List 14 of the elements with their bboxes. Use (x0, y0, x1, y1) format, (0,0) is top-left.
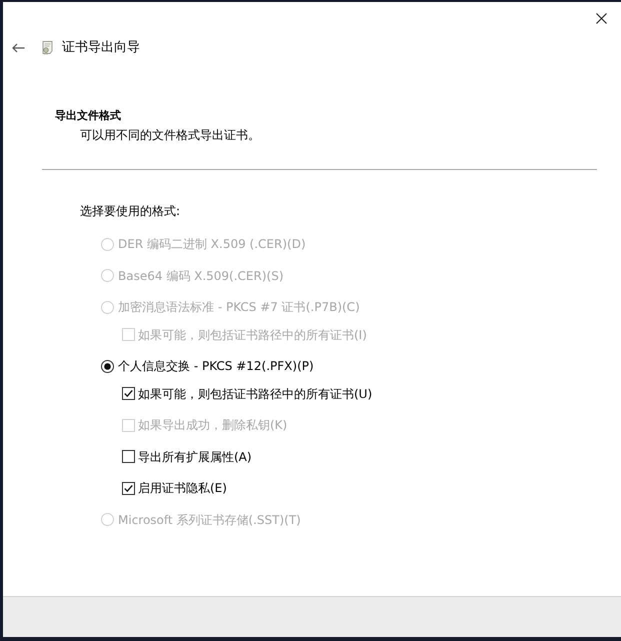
checkbox-label[interactable]: 启用证书隐私(E) (138, 478, 227, 498)
close-icon[interactable] (596, 12, 607, 24)
page-heading: 导出文件格式 (55, 108, 121, 124)
back-arrow-icon[interactable] (12, 43, 25, 53)
radio-button[interactable] (101, 360, 114, 372)
format-group-label: 选择要使用的格式: (80, 203, 180, 220)
option-label[interactable]: 个人信息交换 - PKCS #12(.PFX)(P) (118, 356, 314, 376)
checkbox[interactable] (122, 450, 135, 463)
checkbox[interactable] (122, 387, 135, 400)
checkbox[interactable] (122, 482, 135, 494)
page-description: 可以用不同的文件格式导出证书。 (80, 127, 260, 144)
window-title: 证书导出向导 (62, 39, 140, 57)
checkbox-label[interactable]: 导出所有扩展属性(A) (138, 446, 252, 466)
checkbox-label[interactable]: 如果可能，则包括证书路径中的所有证书(U) (138, 384, 372, 404)
